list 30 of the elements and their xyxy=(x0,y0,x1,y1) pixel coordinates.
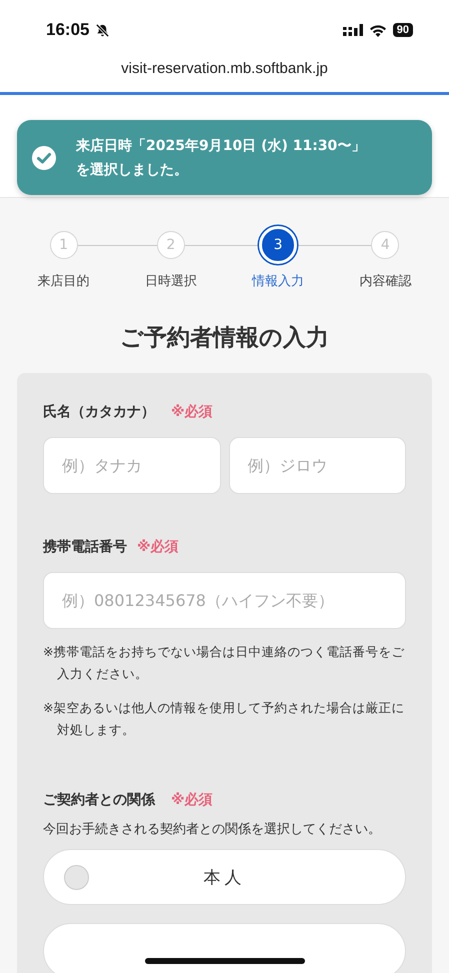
field-label: 氏名（カタカナ） xyxy=(43,403,155,421)
check-icon xyxy=(32,146,56,170)
status-time: 16:05 xyxy=(46,20,90,40)
input-field[interactable]: 例）ジロウ xyxy=(228,437,406,494)
step-label: 情報入力 xyxy=(252,273,304,290)
field-label: ご契約者との関係 xyxy=(43,791,155,809)
signal-icon xyxy=(342,24,363,36)
page-title: ご予約者情報の入力 xyxy=(119,324,330,353)
required-tag: ※必須 xyxy=(137,538,179,556)
step-label: 内容確認 xyxy=(359,273,412,290)
required-tag: ※必須 xyxy=(171,403,213,421)
step-number: 4 xyxy=(371,231,400,259)
radio-option[interactable] xyxy=(43,923,406,973)
step-number: 2 xyxy=(156,231,185,259)
toast-message: を選択しました。 xyxy=(76,160,189,178)
note-text: ※携帯電話をお持ちでない場合は日中連絡のつく電話番号をご入力ください。 xyxy=(43,643,406,683)
radio-option[interactable]: 本人 xyxy=(43,849,406,905)
description-text: 今回お手続きされる契約者との関係を選択してください。 xyxy=(43,821,382,839)
note-text: ※架空あるいは他人の情報を使用して予約された場合は厳正に対処します。 xyxy=(43,699,406,739)
toast-message: 来店日時「2025年9月10日 (水) 11:30〜」 xyxy=(76,136,366,154)
step-number: 3 xyxy=(259,226,298,264)
required-tag: ※必須 xyxy=(171,791,213,809)
input-field[interactable]: 例）タナカ xyxy=(43,437,220,494)
input-field[interactable]: 例）08012345678（ハイフン不要） xyxy=(43,572,406,629)
step-label: 日時選択 xyxy=(144,273,197,290)
field-label: 携帯電話番号 xyxy=(43,538,127,556)
battery-icon: 90 xyxy=(392,23,413,37)
step-number: 1 xyxy=(50,231,78,259)
step-label: 来店目的 xyxy=(38,273,90,290)
wifi-icon xyxy=(368,24,387,36)
